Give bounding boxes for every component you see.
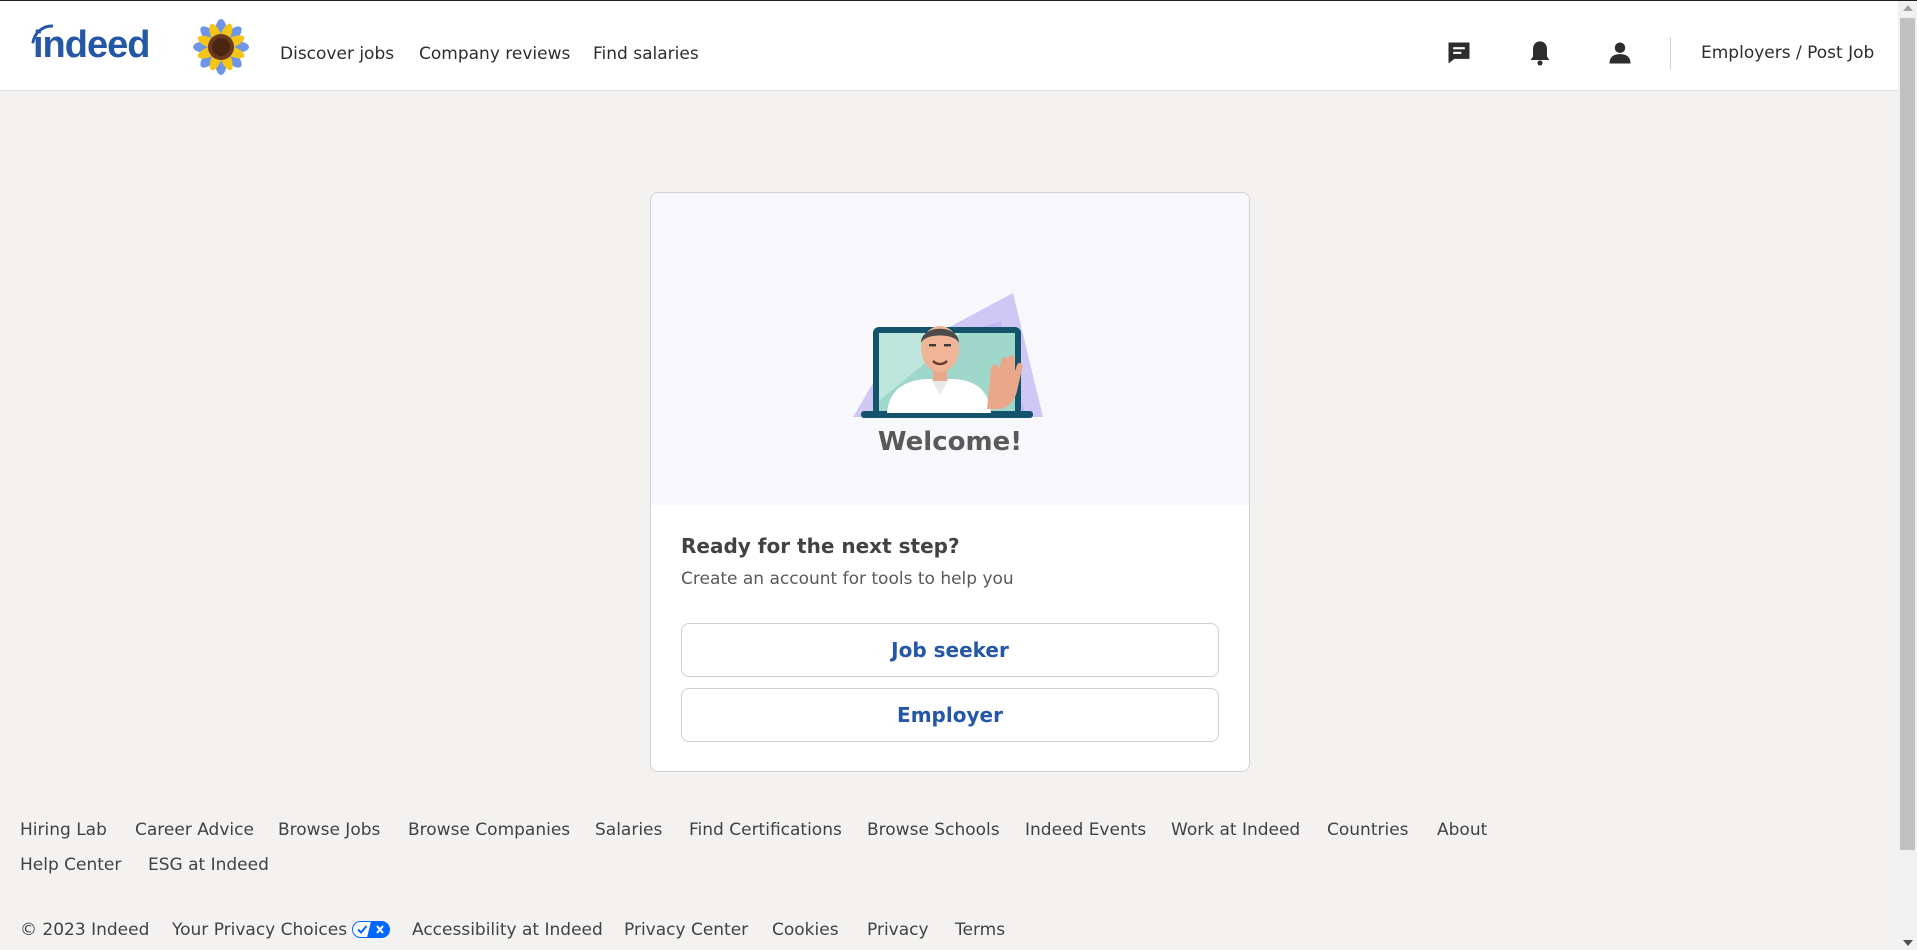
footer-link-indeed-events[interactable]: Indeed Events xyxy=(1025,819,1146,841)
nav-company-reviews[interactable]: Company reviews xyxy=(419,43,570,65)
footer-link-esg-at-indeed[interactable]: ESG at Indeed xyxy=(148,854,269,876)
privacy-choices-label: Your Privacy Choices xyxy=(172,920,348,940)
card-heading: Ready for the next step? xyxy=(681,534,960,558)
vertical-scrollbar[interactable] xyxy=(1898,1,1917,950)
terms-link[interactable]: Terms xyxy=(955,919,1005,941)
nav-find-salaries[interactable]: Find salaries xyxy=(593,43,699,65)
scroll-thumb[interactable] xyxy=(1900,18,1915,850)
welcome-title: Welcome! xyxy=(877,427,1023,457)
scroll-up-arrow-icon[interactable] xyxy=(1903,5,1913,11)
sunflower-icon xyxy=(193,19,249,75)
privacy-options-toggle-icon xyxy=(352,921,391,938)
accessibility-link[interactable]: Accessibility at Indeed xyxy=(412,919,603,941)
bell-icon[interactable] xyxy=(1526,39,1554,67)
logo-text: indeed xyxy=(33,24,150,66)
header-divider xyxy=(1670,37,1671,70)
footer-link-hiring-lab[interactable]: Hiring Lab xyxy=(20,819,107,841)
waving-person-laptop-illustration xyxy=(853,293,1043,418)
footer-link-about[interactable]: About xyxy=(1437,819,1487,841)
cookies-link[interactable]: Cookies xyxy=(772,919,839,941)
footer-link-salaries[interactable]: Salaries xyxy=(595,819,662,841)
scroll-down-arrow-icon[interactable] xyxy=(1903,940,1913,946)
site-header: indeed Discover jobs Company reviews Fin… xyxy=(0,1,1898,91)
footer-link-help-center[interactable]: Help Center xyxy=(20,854,121,876)
copyright-text: © 2023 Indeed xyxy=(20,920,150,940)
privacy-choices-link[interactable]: Your Privacy Choices xyxy=(172,919,391,941)
privacy-center-link[interactable]: Privacy Center xyxy=(624,919,748,941)
employers-post-job-link[interactable]: Employers / Post Job xyxy=(1701,43,1874,63)
footer-link-find-certifications[interactable]: Find Certifications xyxy=(689,819,842,841)
footer-link-countries[interactable]: Countries xyxy=(1327,819,1409,841)
footer-link-career-advice[interactable]: Career Advice xyxy=(135,819,254,841)
card-hero: Welcome! xyxy=(651,193,1249,505)
footer-link-browse-schools[interactable]: Browse Schools xyxy=(867,819,1000,841)
footer-link-browse-jobs[interactable]: Browse Jobs xyxy=(278,819,380,841)
chat-icon[interactable] xyxy=(1445,39,1473,67)
welcome-card: Welcome! Ready for the next step? Create… xyxy=(650,192,1250,772)
privacy-link[interactable]: Privacy xyxy=(867,919,929,941)
nav-discover-jobs[interactable]: Discover jobs xyxy=(280,43,394,65)
footer-link-work-at-indeed[interactable]: Work at Indeed xyxy=(1171,819,1300,841)
employer-button[interactable]: Employer xyxy=(681,688,1219,742)
job-seeker-button[interactable]: Job seeker xyxy=(681,623,1219,677)
card-subtext: Create an account for tools to help you xyxy=(681,569,1014,589)
footer-link-browse-companies[interactable]: Browse Companies xyxy=(408,819,570,841)
user-icon[interactable] xyxy=(1606,39,1634,67)
